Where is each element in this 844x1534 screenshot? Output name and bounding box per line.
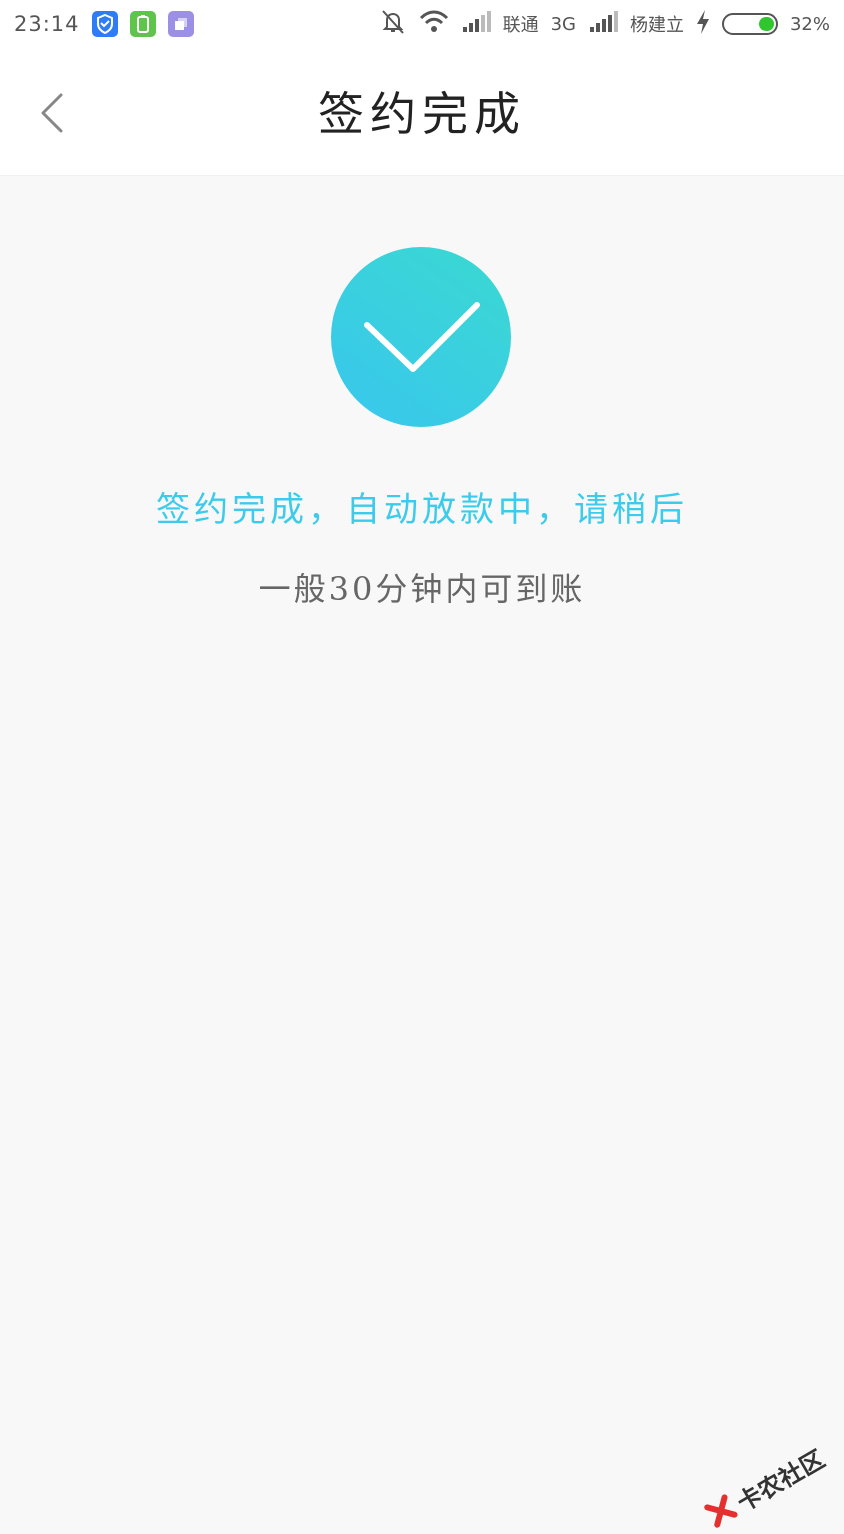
app-header: 签约完成 xyxy=(0,48,844,176)
checkmark-icon xyxy=(331,247,511,427)
eta-message: 一般30分钟内可到账 xyxy=(0,564,844,610)
mute-bell-icon xyxy=(379,9,407,39)
signal-icon xyxy=(461,11,491,37)
carrier-1: 联通 xyxy=(503,11,539,37)
status-time: 23:14 xyxy=(14,12,80,36)
battery-app-icon xyxy=(130,11,156,37)
shield-app-icon xyxy=(92,11,118,37)
signal-icon xyxy=(588,11,618,37)
success-badge xyxy=(331,247,511,427)
battery-icon xyxy=(722,13,778,35)
files-app-icon xyxy=(168,11,194,37)
carrier-2: 杨建立 xyxy=(630,11,684,37)
status-right-group: 联通 3G 杨建立 32% xyxy=(379,9,830,39)
status-bar: 23:14 联通 3G 杨建立 32% xyxy=(0,0,844,48)
page-title: 签约完成 xyxy=(0,78,844,144)
result-content: 签约完成，自动放款中，请稍后 一般30分钟内可到账 xyxy=(0,176,844,1500)
status-message: 签约完成，自动放款中，请稍后 xyxy=(0,482,844,531)
network-type: 3G xyxy=(551,14,576,35)
battery-percent: 32% xyxy=(790,14,830,35)
charging-icon xyxy=(696,10,710,38)
wifi-icon xyxy=(419,10,449,38)
battery-fill xyxy=(759,17,774,31)
